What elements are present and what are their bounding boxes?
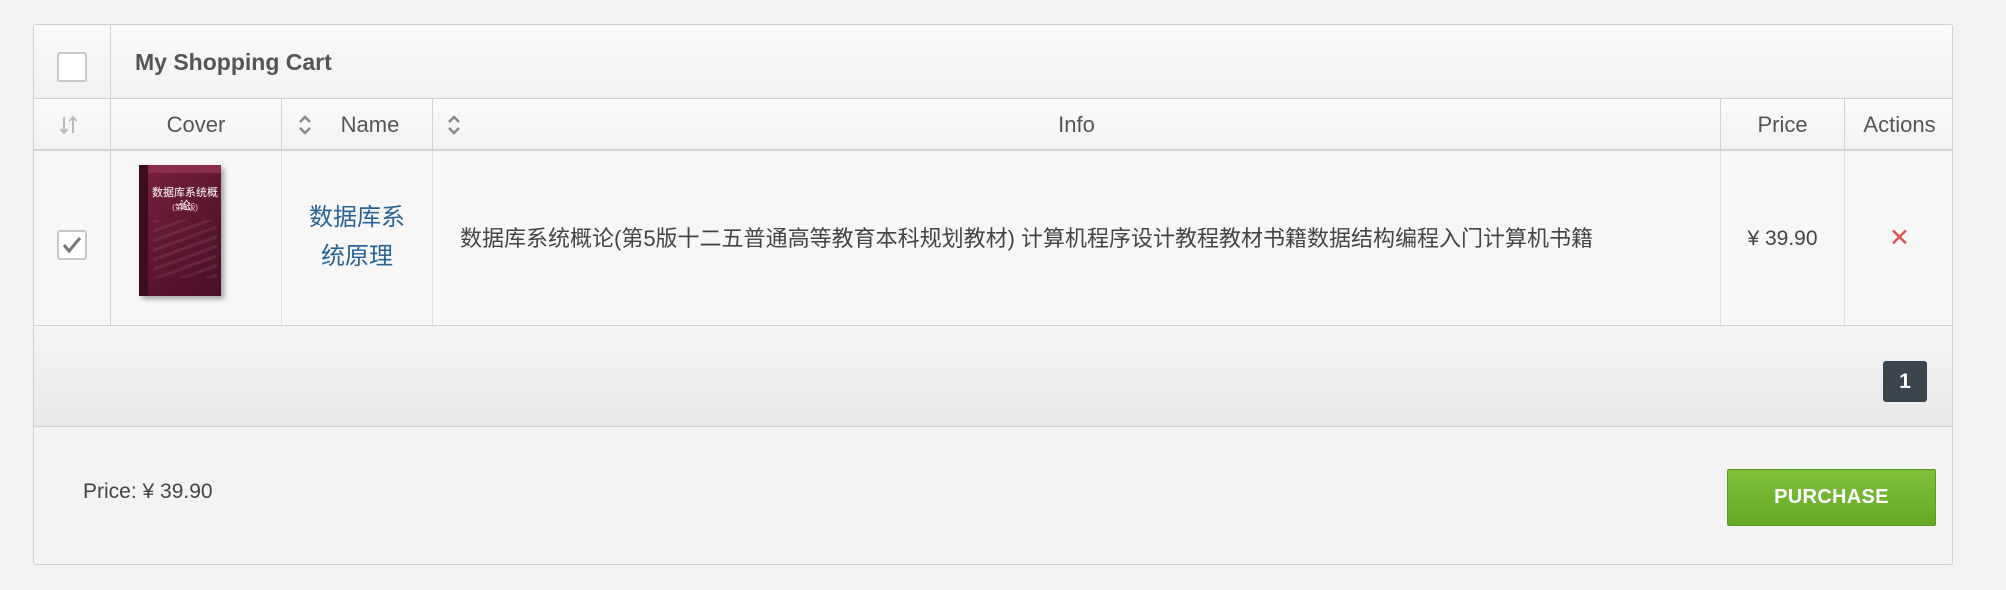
book-cover-edition: (第5版) [172, 203, 198, 212]
sort-icon[interactable] [447, 114, 461, 136]
total-price: Price: ¥ 39.90 [83, 480, 213, 503]
sort-icon[interactable] [298, 114, 312, 136]
price-cell: ¥ 39.90 [1721, 151, 1845, 326]
remove-item-icon[interactable]: ✕ [1845, 151, 1952, 326]
cover-cell: 数据库系统概论 (第5版) [111, 151, 282, 326]
sort-column-header[interactable] [34, 99, 111, 151]
select-all-cell [34, 25, 111, 99]
book-cover-image[interactable]: 数据库系统概论 (第5版) [139, 165, 221, 296]
purchase-button[interactable]: PURCHASE [1727, 469, 1936, 526]
page-button-current[interactable]: 1 [1883, 361, 1927, 402]
column-header-cover: Cover [111, 99, 282, 151]
cart-title-bar: My Shopping Cart [34, 25, 1952, 99]
item-price: ¥ 39.90 [1747, 227, 1818, 250]
cart-title: My Shopping Cart [135, 49, 332, 75]
book-name-link[interactable]: 数据库系统原理 [282, 198, 432, 276]
row-select-cell [34, 151, 111, 326]
book-spine [139, 165, 148, 296]
shopping-cart-panel: My Shopping Cart Cover Name Info Price A… [33, 24, 1953, 565]
pagination-bar: 1 [34, 327, 1952, 427]
name-cell: 数据库系统原理 [282, 151, 433, 326]
table-header: Cover Name Info Price Actions [34, 99, 1952, 151]
column-header-info[interactable]: Info [433, 99, 1721, 151]
table-row: 数据库系统概论 (第5版) 数据库系统原理 数据库系统概论(第5版十二五普通高等… [34, 151, 1952, 326]
column-header-actions: Actions [1863, 112, 1936, 137]
column-header-name-label: Name [340, 112, 400, 137]
checkmark-icon [62, 237, 82, 254]
column-header-name[interactable]: Name [282, 99, 433, 151]
info-cell: 数据库系统概论(第5版十二五普通高等教育本科规划教材) 计算机程序设计教程教材书… [433, 151, 1721, 326]
book-cover-pattern [153, 220, 217, 278]
book-cover-band [148, 165, 221, 173]
row-checkbox[interactable] [57, 230, 87, 260]
column-header-info-label: Info [1058, 112, 1095, 137]
actions-cell: ✕ [1845, 151, 1952, 326]
column-header-price: Price [1721, 99, 1845, 151]
sort-arrows-icon[interactable] [59, 114, 79, 136]
cart-footer: Price: ¥ 39.90 PURCHASE [34, 427, 1952, 564]
select-all-checkbox[interactable] [57, 52, 87, 82]
book-info-text: 数据库系统概论(第5版十二五普通高等教育本科规划教材) 计算机程序设计教程教材书… [460, 226, 1594, 251]
